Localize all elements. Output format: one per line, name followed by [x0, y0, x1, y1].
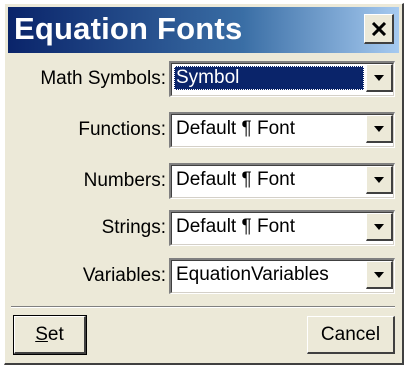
set-button-label: Set — [35, 323, 64, 345]
variables-select[interactable]: EquationVariables — [169, 258, 395, 294]
field-row-variables: Variables: EquationVariables — [5, 258, 403, 294]
strings-dropdown-button[interactable] — [366, 213, 393, 241]
title-bar[interactable]: Equation Fonts — [8, 7, 399, 53]
cancel-button-label: Cancel — [320, 323, 381, 345]
dialog-title: Equation Fonts — [14, 11, 243, 46]
field-row-math-symbols: Math Symbols: Symbol — [5, 61, 403, 97]
field-row-numbers: Numbers: Default ¶ Font — [5, 163, 403, 199]
math-symbols-value: Symbol — [174, 66, 364, 90]
set-button[interactable]: Set — [13, 315, 87, 355]
math-symbols-select[interactable]: Symbol — [169, 61, 395, 97]
chevron-down-icon — [373, 271, 385, 279]
variables-dropdown-button[interactable] — [366, 261, 393, 289]
equation-fonts-dialog: Equation Fonts Math Symbols: Symbol Func… — [4, 3, 404, 365]
chevron-down-icon — [373, 74, 385, 82]
strings-value: Default ¶ Font — [176, 216, 295, 237]
chevron-down-icon — [373, 176, 385, 184]
close-button[interactable] — [364, 14, 394, 44]
strings-select[interactable]: Default ¶ Font — [169, 210, 395, 246]
chevron-down-icon — [373, 223, 385, 231]
field-row-functions: Functions: Default ¶ Font — [5, 112, 403, 148]
numbers-value: Default ¶ Font — [176, 169, 295, 190]
functions-label: Functions: — [78, 119, 166, 140]
cancel-button[interactable]: Cancel — [307, 316, 395, 354]
functions-select[interactable]: Default ¶ Font — [169, 112, 395, 148]
field-row-strings: Strings: Default ¶ Font — [5, 210, 403, 246]
numbers-label: Numbers: — [83, 170, 166, 191]
numbers-dropdown-button[interactable] — [366, 166, 393, 194]
math-symbols-dropdown-button[interactable] — [366, 64, 393, 92]
functions-value: Default ¶ Font — [176, 118, 295, 139]
variables-label: Variables: — [82, 265, 166, 286]
functions-dropdown-button[interactable] — [366, 115, 393, 143]
chevron-down-icon — [373, 125, 385, 133]
numbers-select[interactable]: Default ¶ Font — [169, 163, 395, 199]
math-symbols-label: Math Symbols: — [40, 68, 166, 89]
variables-value: EquationVariables — [176, 264, 329, 285]
strings-label: Strings: — [101, 217, 166, 238]
button-divider — [11, 306, 395, 308]
close-icon — [371, 21, 387, 36]
